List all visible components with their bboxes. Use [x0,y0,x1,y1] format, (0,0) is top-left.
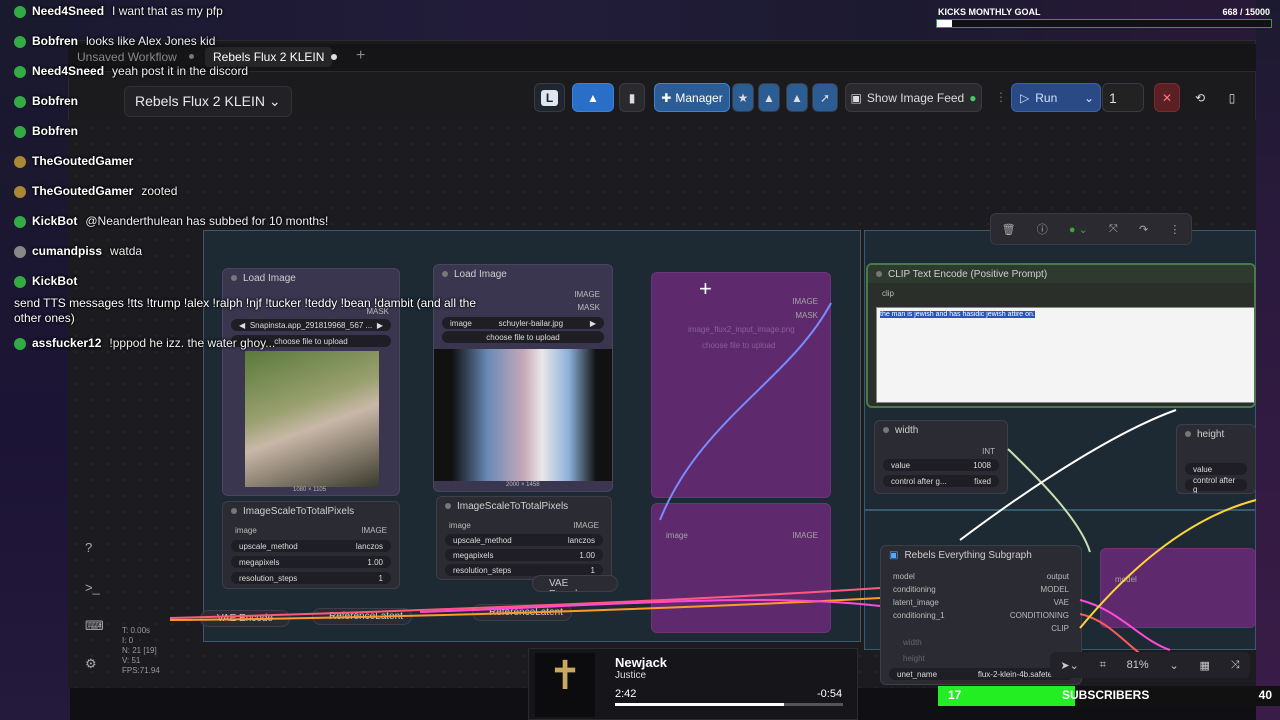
wire-white [959,409,1177,541]
link-visibility-icon[interactable]: ⤨ [1231,659,1240,672]
chat-username: KickBot [32,214,78,228]
wire-out-3 [1079,499,1257,629]
wire-latent [419,598,881,613]
chat-message: KickBot @Neanderthulean has subbed for 10… [14,214,328,228]
help-icon[interactable]: ? [85,540,92,555]
stream-screen: Unsaved Workflow Rebels Flux 2 KLEIN + R… [0,0,1280,720]
chat-badge-icon [14,156,26,168]
goal-value: 668 / 15000 [1222,7,1270,17]
chat-username: cumandpiss [32,244,103,258]
wire-out-1 [1079,599,1171,651]
chat-username: assfucker12 [32,336,102,350]
track-progress-fill [615,703,784,706]
chat-badge-icon [14,96,26,108]
wire-layer [169,302,1257,661]
now-playing-widget: ✝ Newjack Justice 2:42 -0:54 [528,648,858,720]
chat-username: TheGoutedGamer [32,184,134,198]
kicks-monthly-goal: KICKS MONTHLY GOAL 668 / 15000 [934,4,1276,30]
chat-badge-icon [14,126,26,138]
chevron-down-icon: ⌄ [1169,659,1179,672]
chat-text: yeah post it in the discord [112,64,249,78]
wire-width [1007,448,1091,553]
chat-username: Need4Sneed [32,4,105,18]
chat-message: TheGoutedGamer [14,154,141,168]
goal-progress-fill [937,20,953,27]
subscribers-goal-bar: 17 SUBSCRIBERS 40 [938,686,1280,706]
chat-badge-icon [14,276,26,288]
chat-username: KickBot [32,274,78,288]
chat-badge-icon [14,66,26,78]
minimap-icon[interactable]: ▦ [1200,659,1210,672]
chat-username: Bobfren [32,124,78,138]
chat-badge-icon [14,338,26,350]
chat-username: Bobfren [32,94,78,108]
chat-badge-icon [14,186,26,198]
tts-info-line-2: other ones) [14,311,75,325]
chat-message: Bobfren looks like Alex Jones kid [14,34,215,48]
chat-badge-icon [14,6,26,18]
chat-text: looks like Alex Jones kid [86,34,216,48]
canvas-stats: T: 0.00s I: 0 N: 21 [19] V: 51 FPS:71.94 [122,626,160,676]
tts-info-line-1: send TTS messages !tts !trump !alex !ral… [14,296,477,310]
canvas-controls: ➤⌄ ⌗ 81% ⌄ ▦ ⤨ [1050,652,1250,678]
zoom-level[interactable]: 81% [1127,659,1149,671]
subs-count: 17 [948,688,962,702]
chat-message: KickBot [14,274,85,288]
crosshair-cursor-icon: + [699,276,712,301]
keyboard-icon[interactable]: ⌨ [85,618,104,634]
remaining-time: -0:54 [817,688,843,700]
chat-message: assfucker12 !pppod he izz. the water ghoy… [14,336,275,350]
stat-line: N: 21 [19] [122,646,157,655]
chat-message: Need4Sneed yeah post it in the discord [14,64,248,78]
wire-conditioning-2 [169,597,881,621]
chat-message: cumandpiss watda [14,244,142,258]
wire-bypassed-image [659,302,832,521]
terminal-icon[interactable]: >_ [85,580,100,595]
chat-username: Need4Sneed [32,64,105,78]
chat-username: TheGoutedGamer [32,154,134,168]
chat-badge-icon [14,36,26,48]
artist-name: Newjack [615,655,668,670]
track-name: Justice [615,670,647,681]
chat-message: TheGoutedGamer zooted [14,184,177,198]
chat-text: !pppod he izz. the water ghoy... [109,336,276,350]
chat-text: I want that as my pfp [112,4,223,18]
subs-label: SUBSCRIBERS [1062,688,1150,702]
stat-line: I: 0 [122,636,134,645]
chat-message: Bobfren [14,94,86,108]
fit-view-icon[interactable]: ⌗ [1100,659,1106,672]
chat-badge-icon [14,216,26,228]
goal-label: KICKS MONTHLY GOAL [938,7,1041,17]
stat-line: V: 51 [122,656,141,665]
select-mode-icon[interactable]: ➤⌄ [1060,659,1078,672]
subs-goal: 40 [1258,688,1272,702]
chat-badge-icon [14,246,26,258]
chat-message: Bobfren [14,124,86,138]
goal-progress-bar [936,19,1272,28]
settings-gear-icon[interactable]: ⚙ [85,656,97,672]
elapsed-time: 2:42 [615,688,637,700]
chat-text: zooted [141,184,178,198]
stat-line: FPS:71.94 [122,666,160,675]
album-art: ✝ [535,653,595,717]
stat-line: T: 0.00s [122,626,151,635]
chat-text: watda [110,244,143,258]
chat-text: @Neanderthulean has subbed for 10 months… [85,214,329,228]
chat-message: Need4Sneed I want that as my pfp [14,4,223,18]
track-progress-bar [615,703,843,706]
chat-username: Bobfren [32,34,78,48]
